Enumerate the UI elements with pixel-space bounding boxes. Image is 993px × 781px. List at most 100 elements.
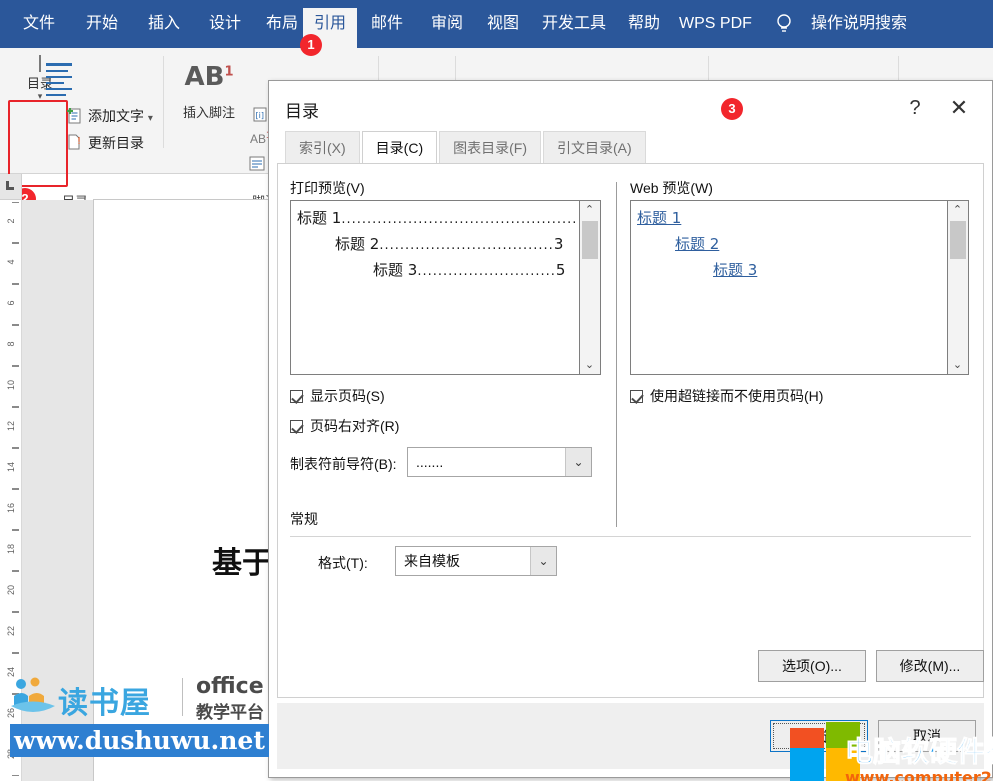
svg-text:[i]: [i] bbox=[256, 111, 264, 120]
help-icon[interactable]: ? bbox=[900, 93, 930, 123]
brand-office: office bbox=[196, 674, 264, 699]
ruler-tick bbox=[12, 530, 19, 531]
scroll-down-icon[interactable]: ⌄ bbox=[580, 356, 599, 374]
ribbon-tab-developer[interactable]: 开发工具 bbox=[531, 8, 617, 48]
web-preview-box[interactable]: 标题 1 标题 2 标题 3 bbox=[630, 200, 948, 375]
dialog-tab-citations[interactable]: 引文目录(A) bbox=[543, 131, 646, 163]
checkbox-box bbox=[290, 390, 303, 403]
ruler-tick bbox=[12, 775, 19, 776]
toc-document-icon bbox=[12, 56, 68, 71]
ruler-tick bbox=[12, 284, 19, 285]
tab-leader-combobox[interactable]: ....... ⌄ bbox=[407, 447, 592, 477]
ruler-number: 18 bbox=[6, 538, 16, 560]
right-align-label: 页码右对齐(R) bbox=[310, 418, 399, 434]
ruler-number: 8 bbox=[6, 333, 16, 355]
insert-footnote-button[interactable]: AB1 插入脚注 bbox=[176, 62, 242, 121]
options-button[interactable]: 选项(O)... bbox=[758, 650, 866, 682]
web-preview-entry[interactable]: 标题 3 bbox=[713, 259, 757, 280]
ribbon-tab-review[interactable]: 审阅 bbox=[420, 8, 474, 48]
ruler-number: 20 bbox=[6, 579, 16, 601]
computer26-watermark: 电脑软硬件教程网 www.computer26.com bbox=[845, 730, 993, 781]
tell-me-search[interactable]: 操作说明搜索 bbox=[800, 8, 918, 48]
chevron-down-icon[interactable]: ▾ bbox=[148, 113, 153, 124]
ruler-tick bbox=[12, 407, 19, 408]
scroll-up-icon[interactable]: ⌃ bbox=[948, 201, 967, 219]
dushuwu-logo-icon bbox=[10, 676, 56, 718]
ribbon-tab-insert[interactable]: 插入 bbox=[137, 8, 191, 48]
ruler-number: 2 bbox=[6, 210, 16, 232]
print-preview-entry: 标题 1....................................… bbox=[297, 207, 580, 228]
use-hyperlinks-label: 使用超链接而不使用页码(H) bbox=[650, 388, 823, 404]
ruler-number: 16 bbox=[6, 497, 16, 519]
scroll-thumb[interactable] bbox=[582, 221, 598, 259]
print-preview-entry: 标题 2..................................3 bbox=[297, 233, 563, 254]
show-notes-icon bbox=[248, 156, 266, 172]
format-value: 来自模板 bbox=[404, 547, 460, 575]
add-text-button[interactable]: 添加文字 ▾ bbox=[88, 106, 153, 126]
brand-url: www.dushuwu.net bbox=[10, 724, 269, 757]
web-preview-entry[interactable]: 标题 2 bbox=[675, 233, 719, 254]
ribbon-tab-view[interactable]: 视图 bbox=[476, 8, 530, 48]
chevron-down-icon[interactable]: ⌄ bbox=[565, 448, 591, 476]
ribbon-tab-wps-pdf[interactable]: WPS PDF bbox=[668, 8, 763, 48]
ruler-tick bbox=[12, 366, 19, 367]
toc-gallery-button[interactable]: 目录 ▾ bbox=[12, 56, 68, 100]
site-branding: 读书屋 office 教学平台 www.dushuwu.net bbox=[10, 672, 272, 772]
modify-button[interactable]: 修改(M)... bbox=[876, 650, 984, 682]
update-toc-button[interactable]: 更新目录 bbox=[88, 133, 144, 153]
ribbon-tab-home[interactable]: 开始 bbox=[75, 8, 129, 48]
checkbox-box bbox=[290, 420, 303, 433]
ruler-tick bbox=[12, 653, 19, 654]
ribbon-tab-design[interactable]: 设计 bbox=[198, 8, 252, 48]
dialog-tab-table-figures[interactable]: 图表目录(F) bbox=[439, 131, 541, 163]
watermark-line1: 电脑软硬件教程网 bbox=[845, 735, 993, 768]
format-combobox[interactable]: 来自模板 ⌄ bbox=[395, 546, 557, 576]
step-badge-3: 3 bbox=[721, 98, 743, 120]
ribbon-tab-help[interactable]: 帮助 bbox=[617, 8, 671, 48]
checkbox-box bbox=[630, 390, 643, 403]
ruler-number: 4 bbox=[6, 251, 16, 273]
toc-dialog: 目录 ? ✕ 3 索引(X) 目录(C) 图表目录(F) 引文目录(A) 打印预… bbox=[268, 80, 993, 778]
ruler-tick bbox=[12, 202, 19, 203]
print-preview-scrollbar[interactable]: ⌃ ⌄ bbox=[580, 200, 601, 375]
show-page-numbers-checkbox[interactable]: 显示页码(S) bbox=[290, 386, 385, 406]
ribbon-tab-file[interactable]: 文件 bbox=[12, 8, 66, 48]
modify-button-label: 修改(M)... bbox=[877, 651, 983, 681]
ruler-tick bbox=[12, 448, 19, 449]
ribbon-tab-mailings[interactable]: 邮件 bbox=[360, 8, 414, 48]
chevron-down-icon[interactable]: ⌄ bbox=[530, 547, 556, 575]
options-button-label: 选项(O)... bbox=[759, 651, 865, 681]
ribbon-tab-strip: 文件 开始 插入 设计 布局 引用 邮件 审阅 视图 开发工具 帮助 WPS P… bbox=[0, 0, 993, 48]
ruler-tick bbox=[12, 571, 19, 572]
print-preview-box[interactable]: 标题 1....................................… bbox=[290, 200, 580, 375]
right-align-page-numbers-checkbox[interactable]: 页码右对齐(R) bbox=[290, 416, 399, 436]
brand-divider bbox=[182, 678, 183, 716]
svg-text:!: ! bbox=[77, 136, 81, 147]
scroll-up-icon[interactable]: ⌃ bbox=[580, 201, 599, 219]
column-divider bbox=[616, 182, 617, 527]
scroll-thumb[interactable] bbox=[950, 221, 966, 259]
dialog-tab-toc[interactable]: 目录(C) bbox=[362, 131, 437, 164]
brand-subtitle: 教学平台 bbox=[196, 698, 264, 723]
ruler-tick bbox=[12, 612, 19, 613]
use-hyperlinks-checkbox[interactable]: 使用超链接而不使用页码(H) bbox=[630, 386, 823, 406]
brand-name: 读书屋 bbox=[58, 678, 151, 722]
lightbulb-icon bbox=[775, 13, 793, 35]
insert-footnote-label: 插入脚注 bbox=[176, 102, 242, 121]
web-preview-scrollbar[interactable]: ⌃ ⌄ bbox=[948, 200, 969, 375]
scroll-down-icon[interactable]: ⌄ bbox=[948, 356, 967, 374]
ruler-number: 6 bbox=[6, 292, 16, 314]
general-section-label: 常规 bbox=[290, 509, 324, 529]
tab-leader-value: ....... bbox=[416, 448, 443, 476]
web-preview-label: Web 预览(W) bbox=[630, 178, 713, 198]
document-title-text: 基于 bbox=[212, 538, 272, 582]
dialog-tab-strip: 索引(X) 目录(C) 图表目录(F) 引文目录(A) bbox=[285, 131, 648, 163]
app-root: 文件 开始 插入 设计 布局 引用 邮件 审阅 视图 开发工具 帮助 WPS P… bbox=[0, 0, 993, 781]
dialog-tab-index[interactable]: 索引(X) bbox=[285, 131, 360, 163]
print-preview-label: 打印预览(V) bbox=[290, 178, 365, 198]
add-text-label: 添加文字 bbox=[88, 108, 144, 124]
close-icon[interactable]: ✕ bbox=[942, 93, 976, 123]
web-preview-entry[interactable]: 标题 1 bbox=[637, 207, 681, 228]
ribbon-separator bbox=[163, 56, 164, 148]
ruler-corner[interactable] bbox=[0, 174, 22, 200]
